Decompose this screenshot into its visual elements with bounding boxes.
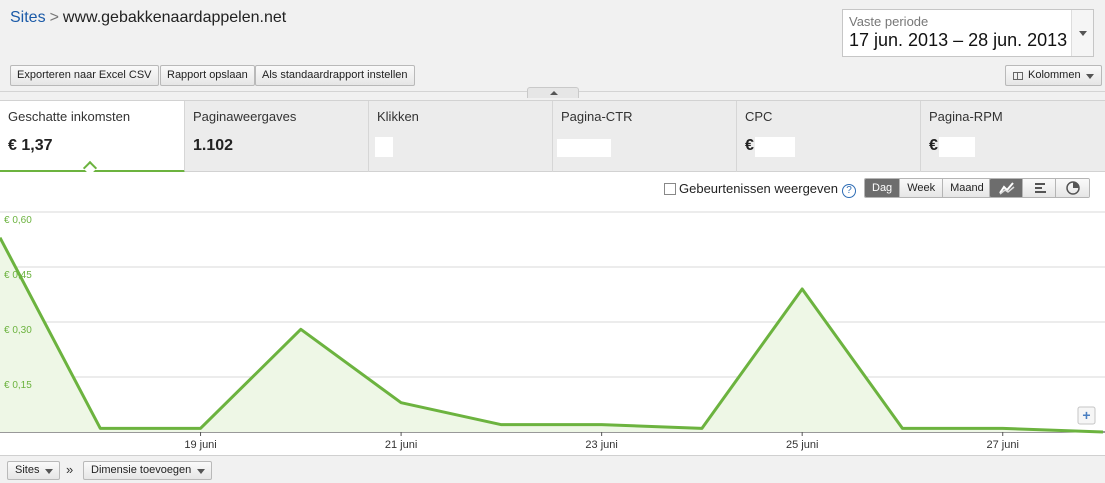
data-point[interactable] xyxy=(97,425,103,431)
data-point[interactable] xyxy=(599,422,605,428)
report-header: Sites > www.gebakkenaardappelen.net Vaste … xyxy=(0,0,1105,92)
x-tick-label: 19 juni xyxy=(184,439,216,451)
breadcrumb-sites-link[interactable]: Sites xyxy=(10,9,46,26)
data-point[interactable] xyxy=(1000,425,1006,431)
metric-label: Klikken xyxy=(377,109,419,124)
line-chart-icon[interactable] xyxy=(990,179,1023,197)
set-default-report-button[interactable]: Als standaardrapport instellen xyxy=(255,65,415,86)
metric-estimated-earnings[interactable]: Geschatte inkomsten € 1,37 xyxy=(0,101,185,176)
x-tick-label: 25 juni xyxy=(786,439,818,451)
metric-clicks[interactable]: Klikken xyxy=(369,101,553,172)
y-tick-label: € 0,30 xyxy=(4,325,32,336)
granularity-selector: Dag Week Maand xyxy=(864,178,992,198)
chevron-down-icon[interactable] xyxy=(1071,10,1093,56)
help-icon[interactable]: ? xyxy=(842,184,856,198)
metric-label: Paginaweergaves xyxy=(193,109,297,124)
chevron-down-icon xyxy=(197,469,206,474)
data-point[interactable] xyxy=(1100,429,1105,435)
sites-dropdown-label: Sites xyxy=(15,464,40,476)
data-point[interactable] xyxy=(398,400,404,406)
events-label: Gebeurtenissen weergeven xyxy=(679,181,838,196)
metric-value: 1.102 xyxy=(193,137,234,154)
granularity-month-button[interactable]: Maand xyxy=(943,179,991,197)
date-range-value: 17 jun. 2013 – 28 jun. 2013 xyxy=(849,30,1068,50)
add-dimension-dropdown[interactable]: Dimensie toevoegen xyxy=(83,461,213,480)
y-tick-label: € 0,15 xyxy=(4,380,32,391)
metric-value: € 1,37 xyxy=(8,137,53,154)
chevron-down-icon xyxy=(45,469,54,474)
granularity-week-button[interactable]: Week xyxy=(900,179,944,197)
y-tick-label: € 0,45 xyxy=(4,270,32,281)
redacted-value xyxy=(557,139,611,157)
redacted-value xyxy=(375,137,393,157)
y-tick-label: € 0,60 xyxy=(4,215,32,226)
chevron-down-icon xyxy=(1085,74,1094,79)
svg-text:+: + xyxy=(1082,407,1090,423)
metric-label: CPC xyxy=(745,109,773,124)
metric-pageviews[interactable]: Paginaweergaves 1.102 xyxy=(185,101,369,172)
bar-chart-icon[interactable] xyxy=(1023,179,1056,197)
dimension-bar: Sites » Dimensie toevoegen xyxy=(0,455,1105,483)
breadcrumb-separator: > xyxy=(49,9,59,26)
sites-dropdown[interactable]: Sites xyxy=(7,461,61,480)
x-tick-label: 23 juni xyxy=(585,439,617,451)
metric-page-rpm[interactable]: Pagina-RPM € xyxy=(921,101,1105,172)
x-tick-label: 27 juni xyxy=(987,439,1019,451)
x-tick-label: 21 juni xyxy=(385,439,417,451)
metrics-row: Geschatte inkomsten € 1,37 Paginaweergav… xyxy=(0,100,1105,176)
dimension-separator: » xyxy=(66,462,74,477)
metric-value: € xyxy=(745,137,754,154)
chart-panel: Gebeurtenissen weergeven? Dag Week Maand… xyxy=(0,172,1105,455)
columns-icon xyxy=(1013,72,1023,80)
collapse-toggle[interactable] xyxy=(527,87,579,98)
data-point[interactable] xyxy=(899,425,905,431)
metric-label: Pagina-CTR xyxy=(561,109,633,124)
data-point[interactable] xyxy=(799,286,805,292)
breadcrumb-current-site: www.gebakkenaardappelen.net xyxy=(62,9,287,26)
add-annotation-button[interactable]: + xyxy=(1077,406,1096,425)
breadcrumb: Sites > www.gebakkenaardappelen.net xyxy=(10,9,286,27)
events-toggle[interactable]: Gebeurtenissen weergeven? xyxy=(664,181,856,198)
export-csv-button[interactable]: Exporteren naar Excel CSV xyxy=(10,65,159,86)
date-range-label: Vaste periode xyxy=(849,14,929,29)
save-report-button[interactable]: Rapport opslaan xyxy=(160,65,255,86)
view-type-selector xyxy=(989,178,1090,198)
pie-chart-icon[interactable] xyxy=(1056,179,1089,197)
metric-cpc[interactable]: CPC € xyxy=(737,101,921,172)
granularity-day-button[interactable]: Dag xyxy=(865,179,901,197)
redacted-value xyxy=(755,137,795,157)
data-point[interactable] xyxy=(198,425,204,431)
metric-value: € xyxy=(929,137,938,154)
metric-label: Pagina-RPM xyxy=(929,109,1003,124)
metric-page-ctr[interactable]: Pagina-CTR xyxy=(553,101,737,172)
earnings-area-chart: € 0,60 € 0,45 € 0,30 € 0,15 19 juni 21 juni 23… xyxy=(0,211,1105,451)
columns-button[interactable]: Kolommen xyxy=(1005,65,1102,86)
redacted-value xyxy=(939,137,975,157)
add-dimension-label: Dimensie toevoegen xyxy=(91,464,192,476)
metric-label: Geschatte inkomsten xyxy=(8,109,131,124)
data-point[interactable] xyxy=(498,422,504,428)
data-point[interactable] xyxy=(699,425,705,431)
events-checkbox[interactable] xyxy=(664,183,676,195)
data-point[interactable] xyxy=(298,326,304,332)
columns-label: Kolommen xyxy=(1028,69,1081,81)
date-range-picker[interactable]: Vaste periode 17 jun. 2013 – 28 jun. 201… xyxy=(842,9,1094,57)
